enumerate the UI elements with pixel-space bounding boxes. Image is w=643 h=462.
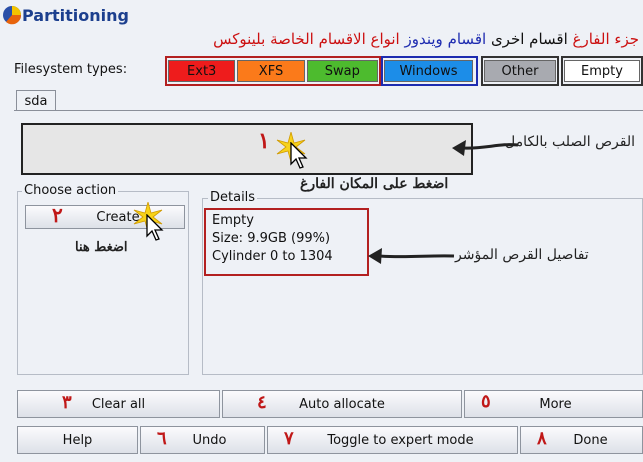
marker-two: ٢	[52, 203, 63, 227]
fs-type-other[interactable]: Other	[484, 60, 556, 82]
fs-type-ext3[interactable]: Ext3	[168, 60, 236, 82]
marker-four: ٤	[257, 392, 267, 413]
partition-logo-icon	[3, 6, 22, 25]
marker-seven: ٧	[284, 428, 294, 449]
mouse-cursor-icon	[290, 142, 308, 169]
details-cylinder: Cylinder 0 to 1304	[212, 249, 333, 264]
pointer-arrow-icon	[452, 140, 519, 156]
marker-one: ١	[258, 128, 270, 154]
disk-partition-bar[interactable]	[21, 123, 473, 175]
annotation-windows: اقسام ويندوز	[404, 30, 487, 48]
fs-type-xfs[interactable]: XFS	[237, 60, 305, 82]
linux-types-group: Ext3 XFS Swap	[165, 56, 381, 86]
window-title: Partitioning	[22, 6, 129, 25]
choose-action-legend: Choose action	[22, 183, 119, 198]
tab-sda[interactable]: sda	[16, 90, 56, 111]
annotation-details: تفاصيل القرص المؤشر	[455, 247, 589, 263]
marker-five: ٥	[481, 391, 491, 412]
marker-eight: ٨	[537, 428, 547, 449]
details-legend: Details	[208, 190, 258, 205]
help-button[interactable]: Help	[17, 426, 138, 454]
filesystem-types-label: Filesystem types:	[14, 62, 128, 77]
marker-six: ٦	[157, 428, 167, 449]
annotation-whole-disk: القرص الصلب بالكامل	[505, 134, 635, 150]
tab-panel-divider	[14, 110, 643, 111]
other-type-group: Other	[481, 56, 559, 86]
clear-all-button[interactable]: ٣ Clear all	[17, 390, 220, 418]
fs-type-swap[interactable]: Swap	[306, 60, 378, 82]
done-button[interactable]: ٨ Done	[520, 426, 643, 454]
mouse-cursor-icon-create	[146, 214, 164, 241]
annotation-empty-part: جزء الفارغ	[572, 30, 639, 48]
windows-type-group: Windows	[381, 56, 478, 86]
fs-type-windows[interactable]: Windows	[384, 60, 473, 82]
color-legend-annotation: جزء الفارغ اقسام اخرى اقسام ويندوز انواع…	[213, 30, 639, 48]
fs-type-empty[interactable]: Empty	[564, 60, 640, 82]
undo-button[interactable]: ٦ Undo	[140, 426, 265, 454]
partition-details-box: Empty Size: 9.9GB (99%) Cylinder 0 to 13…	[204, 208, 369, 276]
more-button[interactable]: ٥ More	[464, 390, 643, 418]
pointer-arrow-icon-details	[368, 248, 455, 264]
details-type: Empty	[212, 213, 254, 228]
expert-mode-button[interactable]: ٧ Toggle to expert mode	[267, 426, 518, 454]
annotation-linux: انواع الاقسام الخاصة بلينوكس	[213, 30, 400, 48]
annotation-other: اقسام اخرى	[490, 30, 568, 48]
details-size: Size: 9.9GB (99%)	[212, 231, 331, 246]
annotation-click-empty: اضغط على المكان الفارغ	[300, 176, 449, 192]
auto-allocate-button[interactable]: ٤ Auto allocate	[222, 390, 462, 418]
marker-three: ٣	[62, 392, 72, 413]
empty-type-group: Empty	[561, 56, 643, 86]
annotation-click-here: اضغط هنا	[75, 240, 128, 255]
